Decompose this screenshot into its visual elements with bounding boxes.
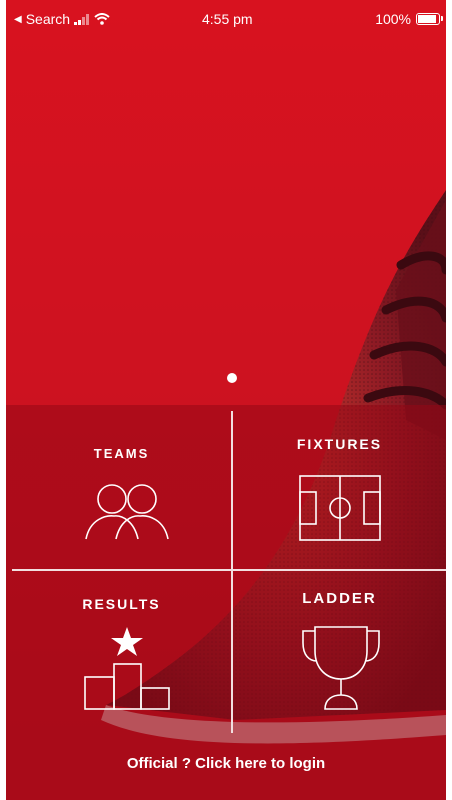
status-bar: ◀ Search 4:55 pm 100%: [6, 0, 446, 34]
ladder-tile[interactable]: LADDER: [233, 571, 446, 733]
results-tile[interactable]: RESULTS: [12, 571, 231, 733]
ladder-label: LADDER: [302, 590, 377, 607]
battery-icon: [416, 13, 443, 25]
carousel-page-dot[interactable]: [227, 373, 237, 383]
battery-percent: 100%: [375, 11, 411, 27]
app-screen: ◀ Search 4:55 pm 100% TEAMS FIXTURES RES…: [6, 0, 446, 800]
fixtures-tile[interactable]: FIXTURES: [233, 411, 446, 569]
trophy-icon: [302, 626, 380, 710]
status-battery: 100%: [375, 11, 443, 27]
signal-icon: [74, 13, 90, 25]
official-login-link[interactable]: Official ? Click here to login: [6, 755, 446, 772]
status-time: 4:55 pm: [202, 11, 253, 27]
teams-tile[interactable]: TEAMS: [12, 411, 231, 569]
back-app-label: Search: [25, 11, 71, 27]
wifi-icon: [94, 13, 110, 25]
people-icon: [85, 484, 169, 540]
podium-star-icon: [84, 627, 170, 710]
fixtures-label: FIXTURES: [296, 436, 383, 452]
teams-label: TEAMS: [93, 446, 150, 461]
soccer-field-icon: [299, 475, 381, 541]
menu-grid: TEAMS FIXTURES RESULTS LADDER Official ?…: [6, 405, 446, 800]
status-back[interactable]: ◀ Search: [14, 11, 110, 27]
back-arrow-icon: ◀: [14, 13, 22, 25]
results-label: RESULTS: [82, 596, 161, 612]
